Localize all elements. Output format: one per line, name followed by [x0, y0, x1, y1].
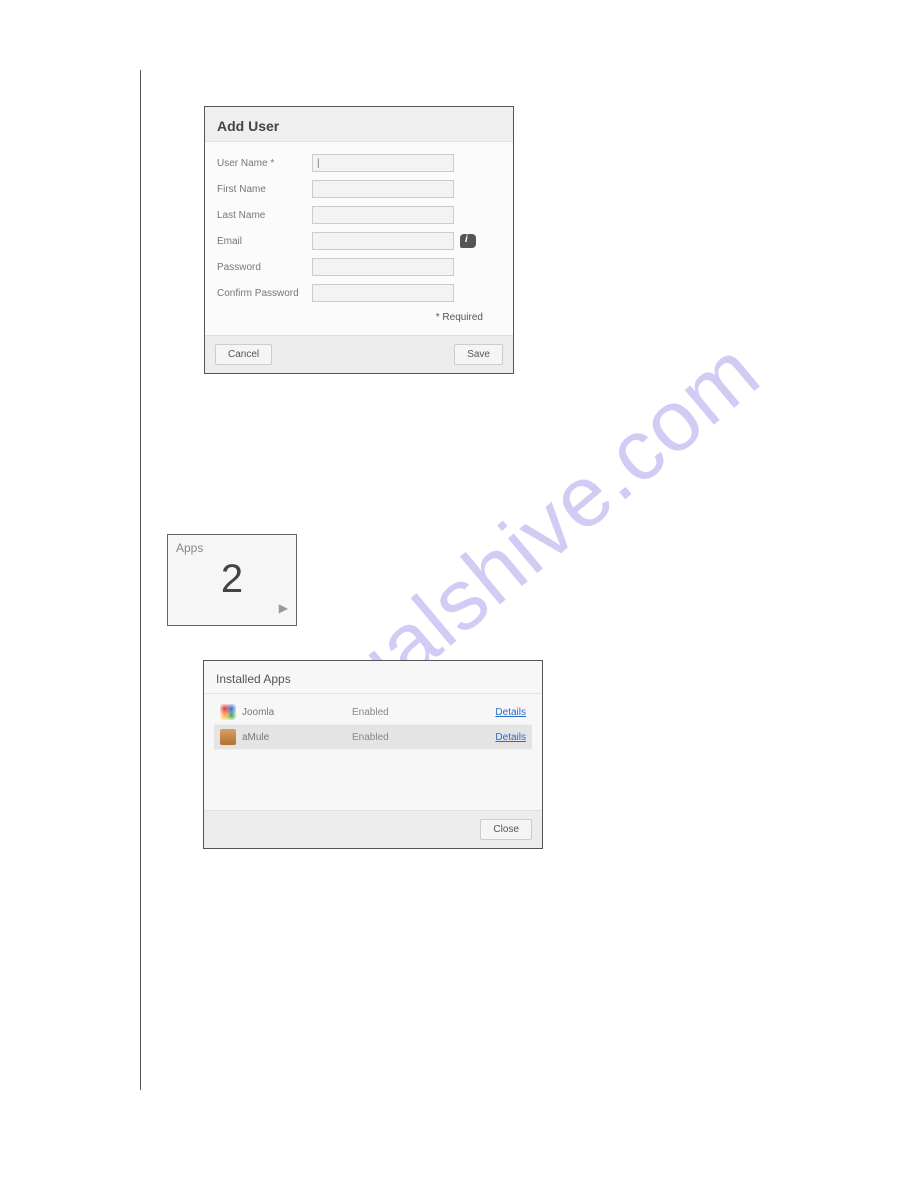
label-confirm: Confirm Password [217, 288, 312, 299]
apps-tile-count: 2 [176, 557, 288, 601]
row-password: Password [217, 254, 501, 280]
input-lastname[interactable] [312, 206, 454, 224]
label-lastname: Last Name [217, 210, 312, 221]
apps-tile-title: Apps [176, 541, 288, 555]
apps-tile-arrow-icon: ▶ [176, 601, 288, 615]
input-password[interactable] [312, 258, 454, 276]
apps-tile[interactable]: Apps 2 ▶ [167, 534, 297, 626]
row-username: User Name * [217, 150, 501, 176]
installed-apps-dialog: Installed Apps Joomla Enabled Details aM… [203, 660, 543, 849]
add-user-footer: Cancel Save [205, 335, 513, 373]
info-icon[interactable] [460, 234, 476, 248]
app-details-link[interactable]: Details [495, 732, 526, 743]
row-lastname: Last Name [217, 202, 501, 228]
page-border: manualshive.com Add User User Name * Fir… [140, 70, 800, 1090]
row-firstname: First Name [217, 176, 501, 202]
app-row: aMule Enabled Details [214, 725, 532, 750]
joomla-icon [220, 704, 236, 720]
cancel-button[interactable]: Cancel [215, 344, 272, 365]
label-password: Password [217, 262, 312, 273]
row-confirm: Confirm Password [217, 280, 501, 306]
amule-icon [220, 729, 236, 745]
app-name: aMule [242, 732, 352, 743]
add-user-title: Add User [205, 107, 513, 142]
add-user-dialog: Add User User Name * First Name Last Nam… [204, 106, 514, 374]
input-confirm[interactable] [312, 284, 454, 302]
app-details-link[interactable]: Details [495, 707, 526, 718]
label-username: User Name * [217, 158, 312, 169]
app-status: Enabled [352, 732, 495, 743]
required-note: * Required [217, 306, 501, 331]
save-button[interactable]: Save [454, 344, 503, 365]
installed-apps-footer: Close [204, 810, 542, 848]
app-row: Joomla Enabled Details [214, 700, 532, 725]
label-email: Email [217, 236, 312, 247]
input-email[interactable] [312, 232, 454, 250]
row-email: Email [217, 228, 501, 254]
app-status: Enabled [352, 707, 495, 718]
installed-apps-title: Installed Apps [204, 661, 542, 694]
installed-apps-body: Joomla Enabled Details aMule Enabled Det… [204, 694, 542, 810]
close-button[interactable]: Close [480, 819, 532, 840]
add-user-body: User Name * First Name Last Name Email P… [205, 142, 513, 335]
input-firstname[interactable] [312, 180, 454, 198]
label-firstname: First Name [217, 184, 312, 195]
app-name: Joomla [242, 707, 352, 718]
input-username[interactable] [312, 154, 454, 172]
